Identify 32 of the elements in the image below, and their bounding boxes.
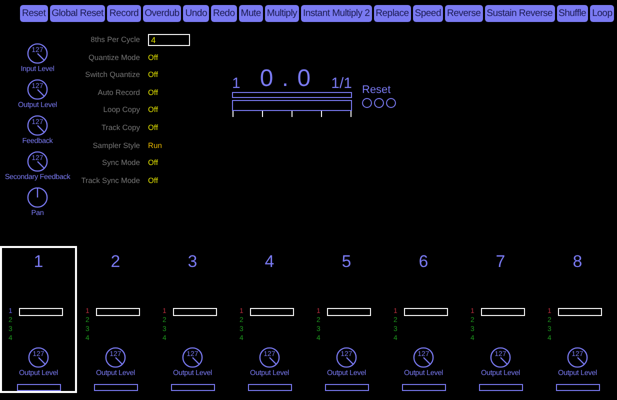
toolbar-button[interactable]: Speed	[412, 5, 443, 22]
track-number: 8	[572, 252, 582, 272]
track-number: 5	[342, 252, 352, 272]
toolbar-button[interactable]: Loop	[590, 5, 614, 22]
toolbar-button[interactable]: Instant Multiply 2	[301, 5, 372, 22]
parameter-input[interactable]: 4	[148, 34, 190, 46]
toolbar-button[interactable]: Shuffle	[556, 5, 588, 22]
cycle-counter: 1/1	[331, 76, 352, 91]
toolbar-button[interactable]: Reset	[20, 5, 48, 22]
track-number: 7	[496, 252, 506, 272]
toolbar-button[interactable]: Multiply	[264, 5, 300, 22]
circle-icon	[362, 98, 372, 108]
track-number: 2	[110, 252, 120, 272]
reset-label: Reset	[362, 85, 392, 96]
knob[interactable]	[27, 187, 48, 208]
toolbar-button[interactable]: Mute	[238, 5, 263, 22]
toolbar-button[interactable]: Overdub	[142, 5, 182, 22]
toolbar-button[interactable]: Record	[107, 5, 141, 22]
loop-time: 0 . 0	[260, 67, 312, 91]
circle-icon	[386, 98, 396, 108]
track-number: 3	[188, 252, 198, 272]
track-number: 4	[264, 252, 274, 272]
track-number: 6	[418, 252, 428, 272]
circle-icon	[374, 98, 384, 108]
toolbar-button[interactable]: Undo	[183, 5, 210, 22]
loop-number: 1	[232, 76, 240, 91]
toolbar-button[interactable]: Global Reset	[50, 5, 106, 22]
toolbar-button[interactable]: Sustain Reverse	[484, 5, 554, 22]
toolbar-button[interactable]: Replace	[374, 5, 411, 22]
toolbar-button[interactable]: Redo	[211, 5, 237, 22]
track-number: 1	[34, 252, 44, 272]
toolbar-button[interactable]: Reverse	[444, 5, 483, 22]
